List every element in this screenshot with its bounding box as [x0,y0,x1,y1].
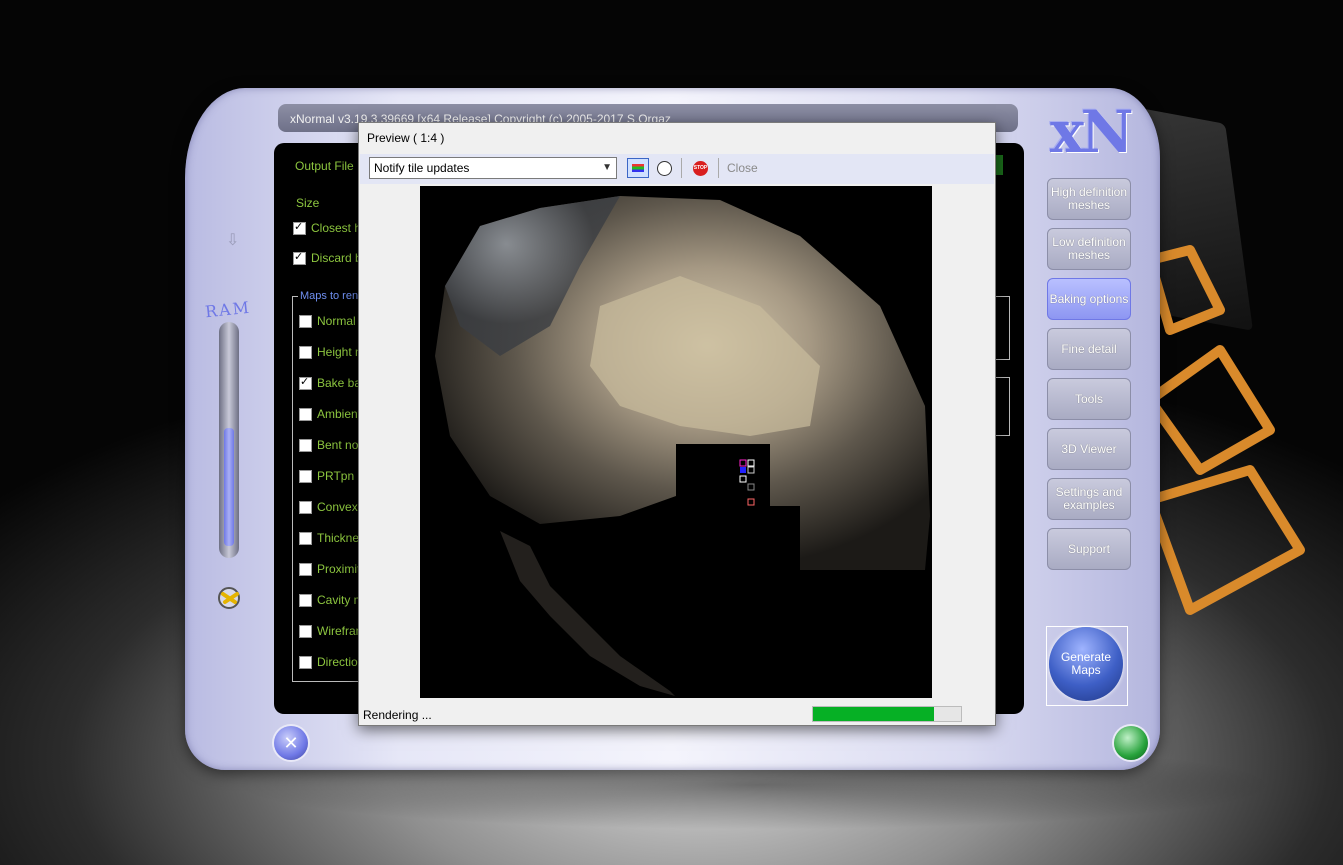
map-cavity-checkbox[interactable] [299,594,312,607]
close-button[interactable]: Close [727,161,758,175]
nav-low-definition-meshes[interactable]: Low definition meshes [1047,228,1131,270]
closest-hit-checkbox[interactable] [293,220,306,235]
nav-support[interactable]: Support [1047,528,1131,570]
toolbar-separator [681,158,682,178]
generate-maps-button[interactable]: Generate Maps [1049,627,1123,701]
map-thickness-checkbox[interactable] [299,532,312,545]
size-label: Size [296,196,320,210]
stop-icon[interactable]: STOP [693,161,708,176]
map-prtpn-label: PRTpn [317,469,355,483]
status-green-button[interactable] [1114,726,1148,760]
map-normal-checkbox[interactable] [299,315,312,328]
nav-tools[interactable]: Tools [1047,378,1131,420]
map-proximity-checkbox[interactable] [299,563,312,576]
map-convexity-label: Convexit [317,500,364,514]
maps-group-legend: Maps to rend [298,290,367,302]
render-preview-canvas [420,186,932,698]
tile-mode-value: Notify tile updates [374,161,470,175]
map-convexity-checkbox[interactable] [299,501,312,514]
circle-icon[interactable] [657,161,672,176]
map-bent-normal-checkbox[interactable] [299,439,312,452]
nav-3d-viewer[interactable]: 3D Viewer [1047,428,1131,470]
map-bake-base-checkbox[interactable] [299,375,312,390]
preview-dialog: Preview ( 1:4 ) Notify tile updates ▼ ST… [358,122,996,726]
map-bent-normal-label: Bent nor [317,438,363,452]
discard-backface-checkbox[interactable] [293,250,306,265]
xn-logo: xN [1050,98,1134,166]
preview-dialog-title: Preview ( 1:4 ) [367,131,445,145]
map-wireframe-checkbox[interactable] [299,625,312,638]
nav-fine-detail[interactable]: Fine detail [1047,328,1131,370]
map-height-checkbox[interactable] [299,346,312,359]
render-status-text: Rendering ... [363,708,432,722]
render-progress-bar [812,706,962,722]
exit-button[interactable]: ✕ [274,726,308,760]
render-progress-fill [813,707,935,721]
nav-baking-options[interactable]: Baking options [1047,278,1131,320]
map-direction-checkbox[interactable] [299,656,312,669]
nav-high-definition-meshes[interactable]: High definition meshes [1047,178,1131,220]
output-file-label: Output File [295,159,354,173]
chevron-down-icon: ▼ [602,162,612,173]
collapse-arrow-icon[interactable]: ⇩ [226,230,239,250]
tile-mode-select[interactable]: Notify tile updates ▼ [369,157,617,179]
toolbar-separator [718,158,719,178]
nav-settings-and-examples[interactable]: Settings and examples [1047,478,1131,520]
map-ambient-label: Ambient [317,407,362,421]
map-prtpn-checkbox[interactable] [299,470,312,483]
ram-gauge-fill [224,428,234,546]
rock-render-image [435,196,930,696]
plugin-icon[interactable] [215,584,245,612]
color-channels-icon[interactable] [627,158,649,178]
map-ambient-checkbox[interactable] [299,408,312,421]
